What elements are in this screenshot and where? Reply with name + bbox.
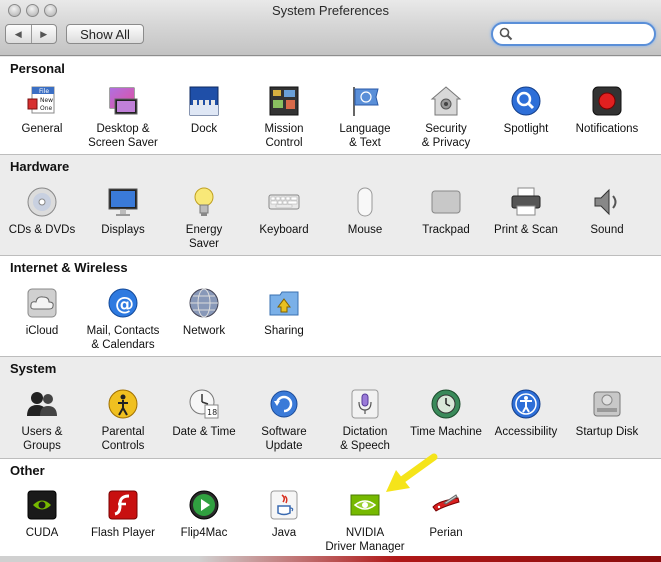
print-scan-icon — [511, 187, 541, 216]
back-forward-control: ◀ ▶ — [5, 24, 57, 44]
pref-label: Mission Control — [264, 123, 304, 149]
pref-label: Dictation & Speech — [340, 426, 390, 452]
mail-contacts-icon: @ — [108, 288, 138, 318]
pref-label: General — [21, 123, 63, 135]
pref-label: Sound — [590, 224, 624, 236]
pref-label: Perian — [429, 527, 463, 539]
search-field[interactable] — [491, 22, 656, 46]
section-title: System — [10, 361, 57, 376]
pref-label: Language & Text — [339, 123, 391, 149]
time-machine-icon — [431, 389, 461, 419]
mission-control-icon — [269, 86, 299, 116]
forward-button[interactable]: ▶ — [30, 25, 57, 43]
pref-label: Trackpad — [422, 224, 470, 236]
notifications-icon — [592, 86, 622, 116]
spotlight-icon — [511, 86, 541, 116]
pref-label: iCloud — [25, 325, 59, 337]
trackpad-icon — [431, 190, 461, 214]
dock-icon — [189, 86, 219, 116]
back-button[interactable]: ◀ — [6, 25, 31, 43]
flip4mac-icon — [189, 490, 219, 520]
pref-label: Mouse — [347, 224, 383, 236]
svg-text:18: 18 — [207, 408, 217, 417]
users-groups-icon — [27, 392, 57, 416]
pref-label: Spotlight — [503, 123, 549, 135]
mouse-icon — [357, 187, 373, 217]
accessibility-icon — [511, 389, 541, 419]
pref-label: Print & Scan — [494, 224, 558, 236]
svg-text:@: @ — [115, 293, 134, 315]
flash-player-icon — [108, 490, 138, 520]
language-text-icon — [353, 87, 379, 116]
pref-label: Java — [271, 527, 297, 539]
java-icon — [270, 490, 298, 520]
parental-controls-icon — [108, 389, 138, 419]
date-time-icon: 18 — [189, 389, 219, 419]
pref-label: Displays — [101, 224, 145, 236]
pref-label: NVIDIA Driver Manager — [325, 527, 405, 553]
window-toolbar: System Preferences ◀ ▶ Show All — [0, 0, 661, 56]
pref-label: Network — [182, 325, 226, 337]
show-all-button[interactable]: Show All — [66, 24, 144, 44]
section-title: Other — [10, 463, 45, 478]
pref-label: Dock — [190, 123, 218, 135]
pref-label: Time Machine — [410, 426, 482, 438]
svg-text:File: File — [39, 88, 49, 95]
icloud-icon — [27, 288, 57, 318]
highlight-arrow-icon — [386, 453, 438, 492]
pref-label: Desktop & Screen Saver — [88, 123, 158, 149]
sharing-icon — [269, 291, 299, 316]
startup-disk-icon — [593, 391, 621, 417]
nvidia-driver-manager-icon — [350, 494, 380, 516]
section-hardware: Hardware — [0, 155, 661, 255]
window-bottom-edge — [0, 556, 661, 562]
software-update-icon — [270, 390, 298, 418]
svg-text:One: One — [40, 105, 53, 112]
pref-label: Notifications — [575, 123, 639, 135]
desktop-screensaver-icon — [109, 87, 138, 115]
pref-label: Sharing — [264, 325, 304, 337]
search-icon — [499, 27, 513, 41]
displays-icon — [108, 188, 138, 216]
pref-label: Accessibility — [494, 426, 558, 438]
pref-label: Software Update — [261, 426, 307, 452]
pref-label: Startup Disk — [575, 426, 639, 438]
pref-label: Energy Saver — [185, 224, 223, 250]
cds-dvds-icon — [27, 187, 57, 217]
svg-text:New: New — [40, 97, 53, 104]
section-title: Internet & Wireless — [10, 260, 128, 275]
section-title: Personal — [10, 61, 65, 76]
pref-label: CUDA — [25, 527, 59, 539]
dictation-speech-icon — [351, 389, 379, 419]
general-icon: File New One — [27, 86, 55, 114]
pref-label: Security & Privacy — [421, 123, 471, 149]
keyboard-icon — [268, 194, 300, 210]
pref-label: CDs & DVDs — [8, 224, 76, 236]
pref-label: Flip4Mac — [180, 527, 228, 539]
cuda-icon — [27, 490, 57, 520]
pref-label: Date & Time — [172, 426, 236, 438]
pref-label: Keyboard — [259, 224, 309, 236]
section-title: Hardware — [10, 159, 70, 174]
pref-label: Flash Player — [91, 527, 155, 539]
network-icon — [189, 288, 219, 318]
pref-label: Mail, Contacts & Calendars — [86, 325, 160, 351]
pref-label: Parental Controls — [101, 426, 145, 452]
pref-label: Users & Groups — [21, 426, 63, 452]
security-privacy-icon — [430, 86, 462, 116]
sound-icon — [594, 188, 617, 216]
window-title: System Preferences — [271, 3, 390, 18]
energy-saver-icon — [194, 187, 214, 216]
